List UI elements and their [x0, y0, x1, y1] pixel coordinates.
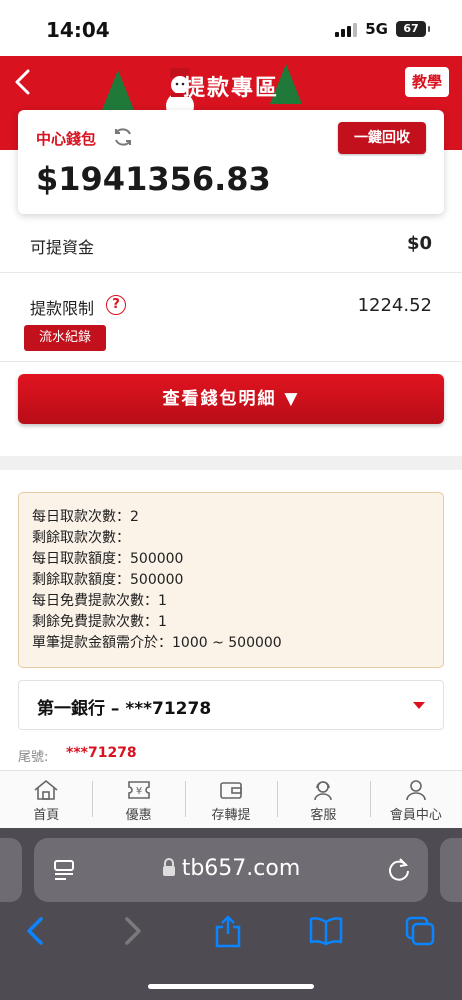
support-icon: [314, 781, 333, 801]
page-title: 提款專區: [182, 76, 279, 101]
status-bar: 14:04 5G 67: [0, 0, 462, 56]
divider: [0, 361, 462, 362]
refresh-icon[interactable]: [112, 126, 134, 148]
tab-label: 首頁: [33, 808, 60, 823]
browser-toolbar: tb657.com: [0, 828, 462, 1000]
info-line: 每日取款次數：2: [32, 509, 139, 525]
divider: [0, 272, 462, 273]
tab-label: 存轉提: [211, 808, 251, 823]
signal-icon: [335, 21, 358, 37]
status-time: 14:04: [46, 18, 110, 42]
limit-value: 1224.52: [357, 295, 432, 316]
lock-icon: [162, 858, 175, 876]
withdrawable-label: 可提資金: [30, 238, 95, 257]
bank-account-value: 第一銀行 – ***71278: [37, 699, 212, 719]
info-line: 剩餘取款次數：: [32, 530, 130, 546]
tab-member-center[interactable]: 會員中心: [369, 771, 462, 828]
wallet-label: 中心錢包: [36, 130, 97, 148]
info-line: 單筆提款金額需介於：1000 ~ 500000: [32, 635, 282, 651]
address-bar[interactable]: tb657.com: [34, 838, 428, 902]
bottom-tab-bar: 首頁 ¥ 優惠 存轉提 客服 會員中心: [0, 770, 462, 828]
wallet-icon: [220, 782, 242, 799]
one-click-recall-button[interactable]: 一鍵回收: [338, 122, 426, 154]
battery-icon: 67: [396, 21, 430, 37]
next-tab-peek[interactable]: [440, 838, 462, 902]
previous-tab-peek[interactable]: [0, 838, 22, 902]
tab-label: 客服: [310, 808, 337, 823]
forward-arrow-icon[interactable]: [116, 914, 148, 948]
reload-icon[interactable]: [386, 856, 412, 882]
caret-down-icon: [413, 702, 425, 709]
network-label: 5G: [365, 20, 388, 38]
tab-support[interactable]: 客服: [277, 771, 369, 828]
svg-text:¥: ¥: [135, 786, 141, 797]
info-line: 剩餘取款額度：500000: [32, 572, 184, 588]
tab-home[interactable]: 首頁: [0, 771, 92, 828]
limit-label: 提款限制: [30, 299, 95, 318]
url-text: tb657.com: [181, 856, 301, 881]
tutorial-button[interactable]: 教學: [404, 66, 450, 98]
wallet-detail-button[interactable]: 查看錢包明細 ▼: [18, 374, 444, 424]
home-indicator: [148, 984, 314, 989]
tab-label: 優惠: [125, 808, 152, 823]
info-line: 剩餘免費提款次數：1: [32, 614, 167, 630]
tail-number-label: 尾號:: [18, 750, 49, 765]
info-line: 每日取款額度：500000: [32, 551, 184, 567]
tail-number-value: ***71278: [66, 745, 137, 761]
home-icon: [34, 779, 58, 800]
bookmarks-icon[interactable]: [308, 914, 344, 948]
back-arrow-icon[interactable]: [20, 914, 52, 948]
info-line: 每日免費提款次數：1: [32, 593, 167, 609]
share-icon[interactable]: [212, 914, 244, 948]
status-icons: 5G 67: [335, 20, 430, 38]
section-separator: [0, 456, 462, 470]
withdrawal-info-box: 每日取款次數：2 剩餘取款次數： 每日取款額度：500000 剩餘取款額度：50…: [18, 492, 444, 668]
tab-label: 會員中心: [389, 808, 442, 823]
wallet-card: 中心錢包 一鍵回收 $1941356.83: [18, 110, 444, 214]
tab-transfer[interactable]: 存轉提: [184, 771, 277, 828]
url-display: tb657.com: [34, 856, 428, 881]
tab-promotions[interactable]: ¥ 優惠: [92, 771, 184, 828]
flow-record-button[interactable]: 流水紀錄: [24, 325, 106, 351]
user-icon: [406, 780, 426, 801]
withdrawable-value: $0: [406, 233, 432, 254]
help-icon[interactable]: ?: [106, 295, 126, 315]
tabs-icon[interactable]: [404, 914, 436, 948]
coupon-icon: ¥: [127, 781, 150, 799]
bank-account-select[interactable]: 第一銀行 – ***71278: [18, 680, 444, 730]
wallet-balance: $1941356.83: [36, 160, 271, 198]
